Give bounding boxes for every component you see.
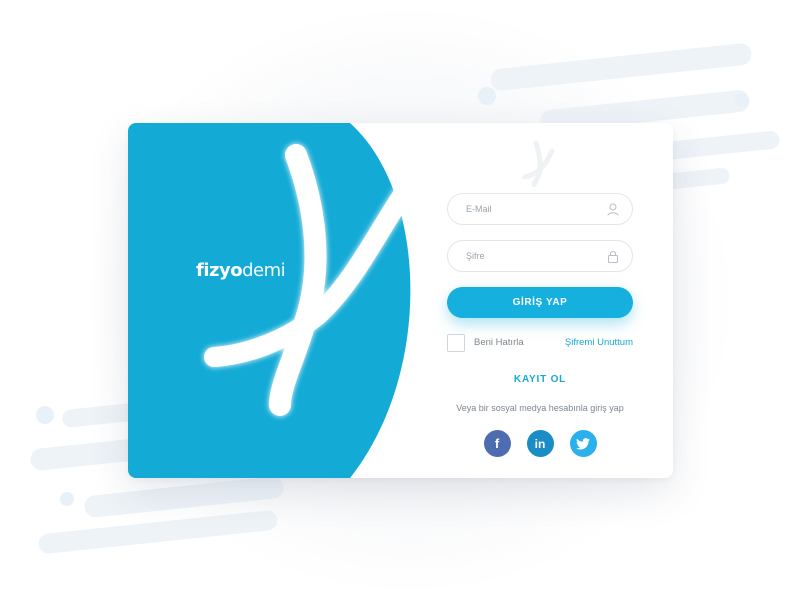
linkedin-icon: in [534, 436, 546, 451]
background-dot [478, 87, 496, 105]
background-dot [36, 406, 54, 424]
facebook-icon: f [494, 436, 500, 451]
twitter-login-button[interactable] [569, 430, 597, 457]
background-dot [60, 492, 74, 506]
background-dot [734, 93, 748, 107]
login-options-row: Beni Hatırla Şifremi Unuttum [447, 334, 633, 352]
twitter-bird-icon [576, 437, 590, 450]
page-background: fizyodemi GİR [0, 0, 800, 600]
login-button[interactable]: GİRİŞ YAP [447, 287, 633, 318]
brand-logo-text: fizyodemi [196, 260, 286, 281]
login-card: fizyodemi GİR [128, 123, 673, 478]
brand-name-bold: fizyo [196, 260, 243, 281]
email-field-wrapper [447, 193, 633, 225]
linkedin-login-button[interactable]: in [526, 430, 554, 457]
brand-watermark-icon [522, 140, 555, 187]
brand-name-light: demi [242, 260, 286, 281]
email-input[interactable] [448, 194, 632, 224]
login-form: GİRİŞ YAP Beni Hatırla Şifremi Unuttum K… [447, 193, 633, 457]
user-icon [607, 203, 619, 216]
lock-icon [608, 251, 618, 263]
password-field-wrapper [447, 240, 633, 272]
brand-panel: fizyodemi [128, 123, 428, 478]
remember-me-checkbox[interactable] [447, 334, 465, 352]
social-login-prompt: Veya bir sosyal medya hesabınla giriş ya… [456, 403, 624, 413]
forgot-password-link[interactable]: Şifremi Unuttum [565, 337, 633, 348]
facebook-login-button[interactable]: f [483, 430, 511, 457]
background-streak [37, 509, 279, 555]
social-login-buttons: f in [447, 430, 633, 457]
password-input[interactable] [448, 241, 632, 271]
brand-panel-graphic [128, 123, 414, 478]
register-link[interactable]: KAYIT OL [447, 374, 633, 385]
remember-me-label[interactable]: Beni Hatırla [474, 337, 524, 348]
brand-panel-shape [128, 123, 411, 478]
